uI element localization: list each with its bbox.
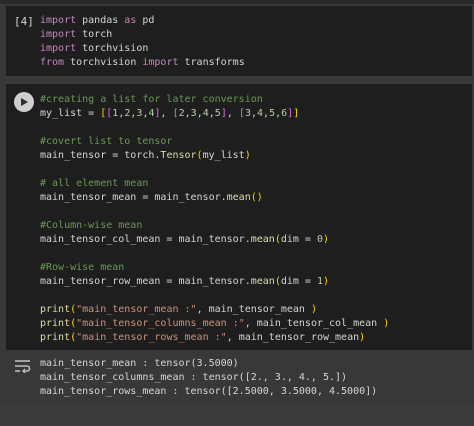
code-line: from torchvision import transforms — [40, 56, 245, 70]
code-token: dim = — [280, 276, 317, 287]
code-token: #Row-wise mean — [40, 262, 125, 273]
code-line: import torchvision — [40, 42, 245, 56]
code-token: main_tensor_row_mean = main_tensor. — [40, 276, 251, 287]
code-token: # all element mean — [40, 178, 149, 189]
code-token: mean — [250, 276, 275, 287]
code-token: print — [40, 318, 71, 329]
code-token: torchvision — [76, 43, 149, 54]
code-line: main_tensor_row_mean = main_tensor.mean(… — [40, 275, 389, 289]
cell-output: main_tensor_mean : tensor(3.5000) main_te… — [6, 352, 472, 402]
code-token: pd — [136, 15, 155, 26]
code-token: my_list — [202, 150, 245, 161]
code-token: ) — [359, 332, 366, 343]
code-token: #covert list to tensor — [40, 136, 173, 147]
code-token: , — [160, 108, 173, 119]
code-token: print — [40, 332, 71, 343]
code-token: mean — [250, 234, 275, 245]
code-line: import pandas as pd — [40, 14, 245, 28]
code-cell-imports[interactable]: [4] import pandas as pd import torch impor… — [6, 6, 472, 76]
output-line: main_tensor_mean : tensor(3.5000) — [40, 358, 239, 369]
code-token: mean — [226, 192, 251, 203]
code-token: Tensor — [160, 150, 197, 161]
code-token: , main_tensor_row_mean — [226, 332, 360, 343]
code-token: "main_tensor_columns_mean :" — [76, 318, 245, 329]
code-line: #creating a list for later conversion — [40, 93, 389, 107]
code-line: my_list = [[1,2,3,4], [2,3,4,5], [3,4,5,… — [40, 107, 389, 121]
execution-count: [4] — [14, 15, 34, 28]
code-token: ) — [244, 150, 251, 161]
output-toggle-icon[interactable] — [14, 359, 32, 373]
code-editor[interactable]: #creating a list for later conversion my_… — [40, 93, 389, 345]
notebook-top-strip — [0, 0, 474, 4]
code-line: main_tensor_mean = main_tensor.mean() — [40, 191, 389, 205]
code-token: as — [124, 15, 137, 26]
code-token: main_tensor_mean = main_tensor. — [40, 192, 227, 203]
code-token: import — [142, 57, 179, 68]
code-token: main_tensor = torch. — [40, 150, 161, 161]
output-text: main_tensor_mean : tensor(3.5000) main_te… — [40, 357, 377, 399]
code-token: import — [40, 43, 77, 54]
code-token: dim = — [280, 234, 317, 245]
cell-gutter — [6, 84, 9, 350]
code-line: #Row-wise mean — [40, 261, 389, 275]
cell-gutter — [6, 6, 9, 76]
code-line: main_tensor_col_mean = main_tensor.mean(… — [40, 233, 389, 247]
code-line: print("main_tensor_columns_mean :", main… — [40, 317, 389, 331]
code-line: #Column-wise mean — [40, 219, 389, 233]
code-token: main_tensor_col_mean = main_tensor. — [40, 234, 251, 245]
code-token: () — [250, 192, 263, 203]
code-token: #creating a list for later conversion — [40, 94, 263, 105]
code-token: my_list = — [40, 108, 101, 119]
code-token: ] — [293, 108, 300, 119]
code-line: import torch — [40, 28, 245, 42]
code-token: from — [40, 57, 65, 68]
code-editor[interactable]: import pandas as pd import torch import to… — [40, 14, 245, 70]
output-line: main_tensor_columns_mean : tensor([2., 3… — [40, 372, 348, 383]
code-token: , main_tensor_col_mean — [244, 318, 384, 329]
code-token: ) — [310, 304, 317, 315]
code-token: ) — [323, 276, 330, 287]
code-line: # all element mean — [40, 177, 389, 191]
code-token: torchvision — [64, 57, 143, 68]
notebook-bottom-strip — [0, 404, 474, 426]
code-token: import — [40, 29, 77, 40]
run-cell-button[interactable] — [14, 92, 34, 112]
code-token: "main_tensor_rows_mean :" — [76, 332, 227, 343]
code-token: #Column-wise mean — [40, 220, 143, 231]
code-line: #covert list to tensor — [40, 135, 389, 149]
code-token: , — [226, 108, 239, 119]
code-token: ) — [323, 234, 330, 245]
code-token: torch — [76, 29, 113, 40]
code-token: transforms — [178, 57, 245, 68]
code-line: main_tensor = torch.Tensor(my_list) — [40, 149, 389, 163]
play-icon — [21, 98, 28, 106]
code-line: print("main_tensor_rows_mean :", main_te… — [40, 331, 389, 345]
code-line: print("main_tensor_mean :", main_tensor_… — [40, 303, 389, 317]
output-line: main_tensor_rows_mean : tensor([2.5000, … — [40, 386, 378, 397]
code-token: pandas — [76, 15, 125, 26]
code-cell-tensor-mean[interactable]: #creating a list for later conversion my_… — [6, 84, 472, 350]
code-token: ) — [383, 318, 390, 329]
code-token: "main_tensor_mean :" — [76, 304, 197, 315]
code-token: , main_tensor_mean — [196, 304, 311, 315]
code-token: import — [40, 15, 77, 26]
code-token: print — [40, 304, 71, 315]
